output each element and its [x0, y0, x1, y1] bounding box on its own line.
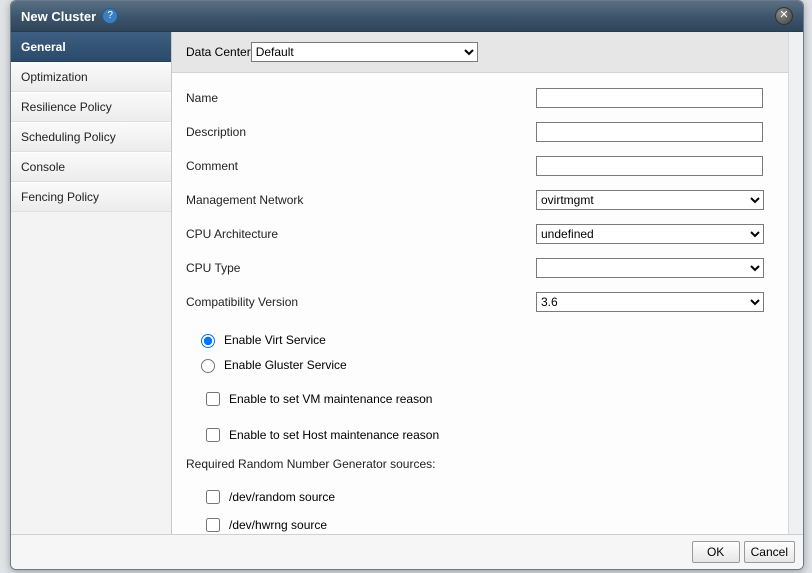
vm-maint-reason-row: Enable to set VM maintenance reason: [172, 385, 788, 413]
sidebar-tab-console[interactable]: Console: [11, 152, 171, 182]
enable-virt-radio[interactable]: [201, 334, 215, 348]
sidebar-tab-fencing-policy[interactable]: Fencing Policy: [11, 182, 171, 212]
compat-version-select[interactable]: 3.6: [536, 292, 764, 312]
rng-random-checkbox[interactable]: [206, 490, 220, 504]
comment-row: Comment: [172, 149, 788, 183]
rng-hwrng-label: /dev/hwrng source: [229, 518, 327, 532]
sidebar-tab-optimization[interactable]: Optimization: [11, 62, 171, 92]
data-center-select[interactable]: Default: [251, 42, 478, 62]
rng-random-label: /dev/random source: [229, 490, 335, 504]
sidebar-tab-resilience-policy[interactable]: Resilience Policy: [11, 92, 171, 122]
comment-label: Comment: [186, 159, 536, 173]
enable-gluster-row: Enable Gluster Service: [172, 352, 788, 377]
host-maint-reason-checkbox[interactable]: [206, 428, 220, 442]
sidebar: General Optimization Resilience Policy S…: [11, 32, 172, 534]
host-maint-reason-label: Enable to set Host maintenance reason: [229, 428, 439, 442]
vm-maint-reason-label: Enable to set VM maintenance reason: [229, 392, 432, 406]
data-center-row: Data Center Default: [172, 32, 788, 73]
cpu-type-select[interactable]: [536, 258, 764, 278]
cpu-architecture-label: CPU Architecture: [186, 227, 536, 241]
data-center-label: Data Center: [186, 45, 251, 59]
content-panel: Data Center Default Name Description Com…: [172, 32, 788, 534]
enable-virt-label: Enable Virt Service: [224, 333, 326, 347]
enable-gluster-radio[interactable]: [201, 359, 215, 373]
rng-sources-title: Required Random Number Generator sources…: [172, 449, 788, 475]
content-wrap: Data Center Default Name Description Com…: [172, 32, 803, 534]
management-network-label: Management Network: [186, 193, 536, 207]
rng-random-row: /dev/random source: [172, 483, 788, 511]
compat-version-row: Compatibility Version 3.6: [172, 285, 788, 319]
name-input[interactable]: [536, 88, 763, 108]
cpu-type-label: CPU Type: [186, 261, 536, 275]
titlebar: New Cluster ? ✕: [11, 1, 803, 32]
management-network-select[interactable]: ovirtmgmt: [536, 190, 764, 210]
name-row: Name: [172, 81, 788, 115]
management-network-row: Management Network ovirtmgmt: [172, 183, 788, 217]
description-row: Description: [172, 115, 788, 149]
enable-virt-row: Enable Virt Service: [172, 327, 788, 352]
cpu-architecture-select[interactable]: undefined: [536, 224, 764, 244]
close-icon[interactable]: ✕: [775, 7, 793, 25]
enable-gluster-label: Enable Gluster Service: [224, 358, 347, 372]
new-cluster-dialog: New Cluster ? ✕ General Optimization Res…: [10, 0, 804, 570]
help-icon[interactable]: ?: [102, 8, 118, 24]
cpu-type-row: CPU Type: [172, 251, 788, 285]
dialog-footer: OK Cancel: [11, 534, 803, 569]
description-label: Description: [186, 125, 536, 139]
sidebar-tab-general[interactable]: General: [11, 32, 171, 62]
dialog-body: General Optimization Resilience Policy S…: [11, 32, 803, 534]
cpu-architecture-row: CPU Architecture undefined: [172, 217, 788, 251]
description-input[interactable]: [536, 122, 763, 142]
sidebar-tab-scheduling-policy[interactable]: Scheduling Policy: [11, 122, 171, 152]
rng-hwrng-checkbox[interactable]: [206, 518, 220, 532]
comment-input[interactable]: [536, 156, 763, 176]
name-label: Name: [186, 91, 536, 105]
scrollbar[interactable]: [788, 32, 803, 534]
host-maint-reason-row: Enable to set Host maintenance reason: [172, 421, 788, 449]
cancel-button[interactable]: Cancel: [744, 541, 795, 563]
ok-button[interactable]: OK: [692, 541, 740, 563]
vm-maint-reason-checkbox[interactable]: [206, 392, 220, 406]
compat-version-label: Compatibility Version: [186, 295, 536, 309]
rng-hwrng-row: /dev/hwrng source: [172, 511, 788, 534]
dialog-title: New Cluster: [21, 9, 96, 24]
